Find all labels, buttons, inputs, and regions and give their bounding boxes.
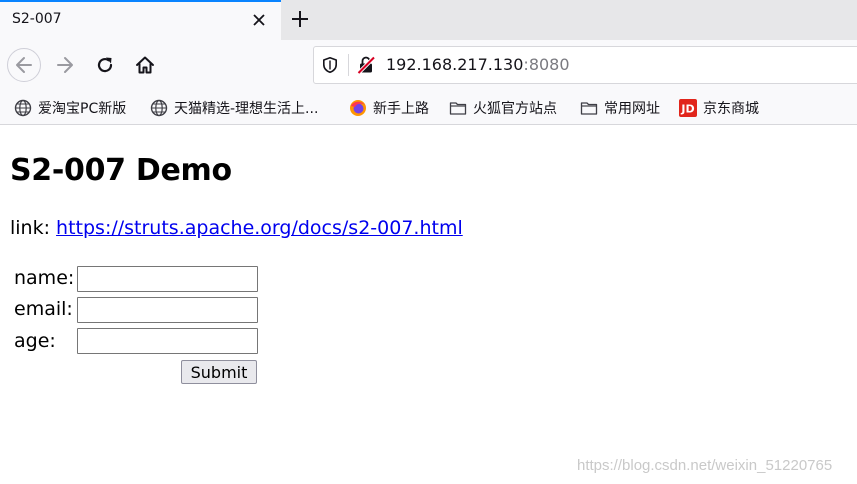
bookmark-jd[interactable]: JD 京东商城	[679, 98, 759, 118]
back-arrow-icon	[16, 57, 32, 73]
forward-button[interactable]	[48, 48, 82, 82]
tab-s2-007[interactable]: S2-007	[0, 0, 281, 40]
tab-strip: S2-007	[0, 0, 857, 40]
url-port: :8080	[523, 55, 570, 74]
jd-icon: JD	[679, 99, 697, 117]
navigation-toolbar: 192.168.217.130:8080	[0, 40, 857, 90]
browser-window: S2-007 192.168.217.130:8080 爱淘宝PC新版 天猫精选…	[0, 0, 857, 484]
plus-icon[interactable]	[289, 8, 311, 30]
bookmark-label: 火狐官方站点	[473, 101, 557, 117]
submit-button[interactable]: Submit	[181, 360, 257, 384]
bookmark-label: 天猫精选-理想生活上...	[174, 101, 319, 117]
url-text[interactable]: 192.168.217.130:8080	[386, 55, 570, 74]
bookmark-common-sites[interactable]: 常用网址	[580, 98, 660, 118]
folder-icon	[449, 102, 467, 115]
bookmark-label: 京东商城	[703, 101, 759, 117]
bookmark-label: 常用网址	[604, 101, 660, 117]
insecure-connection-icon[interactable]	[356, 55, 376, 75]
bookmark-getting-started[interactable]: 新手上路	[349, 98, 429, 118]
globe-icon	[150, 99, 168, 117]
watermark: https://blog.csdn.net/weixin_51220765	[577, 457, 833, 474]
name-field[interactable]	[77, 266, 258, 292]
home-icon	[136, 56, 154, 74]
svg-text:JD: JD	[680, 103, 694, 116]
tab-title: S2-007	[12, 11, 62, 27]
url-separator	[348, 54, 349, 76]
age-field[interactable]	[77, 328, 258, 354]
url-bar[interactable]: 192.168.217.130:8080	[313, 46, 857, 84]
page-content: S2-007 Demo link: https://struts.apache.…	[0, 126, 857, 484]
email-label: email:	[14, 298, 73, 320]
docs-link[interactable]: https://struts.apache.org/docs/s2-007.ht…	[56, 217, 463, 239]
home-button[interactable]	[128, 48, 162, 82]
url-host: 192.168.217.130	[386, 55, 524, 74]
age-label: age:	[14, 330, 56, 352]
back-button[interactable]	[7, 48, 41, 82]
bookmarks-toolbar: 爱淘宝PC新版 天猫精选-理想生活上... 新手上路 火狐官方站点 常用网址 J…	[0, 90, 857, 125]
firefox-icon	[350, 100, 366, 116]
page-title: S2-007 Demo	[10, 153, 232, 188]
tracking-shield-icon[interactable]	[321, 56, 339, 74]
reload-icon	[97, 57, 113, 73]
folder-icon	[580, 102, 598, 115]
bookmark-label: 新手上路	[373, 101, 429, 117]
link-prefix: link:	[10, 217, 57, 239]
link-line: link: https://struts.apache.org/docs/s2-…	[10, 217, 463, 239]
bookmark-aitaobao[interactable]: 爱淘宝PC新版	[14, 98, 126, 118]
reload-button[interactable]	[88, 48, 122, 82]
globe-icon	[14, 99, 32, 117]
forward-arrow-icon	[57, 57, 73, 73]
bookmark-firefox-official[interactable]: 火狐官方站点	[449, 98, 557, 118]
email-field[interactable]	[77, 297, 258, 323]
close-icon[interactable]	[250, 11, 268, 29]
bookmark-label: 爱淘宝PC新版	[38, 101, 127, 117]
name-label: name:	[14, 267, 75, 289]
bookmark-tmall[interactable]: 天猫精选-理想生活上...	[150, 98, 318, 118]
